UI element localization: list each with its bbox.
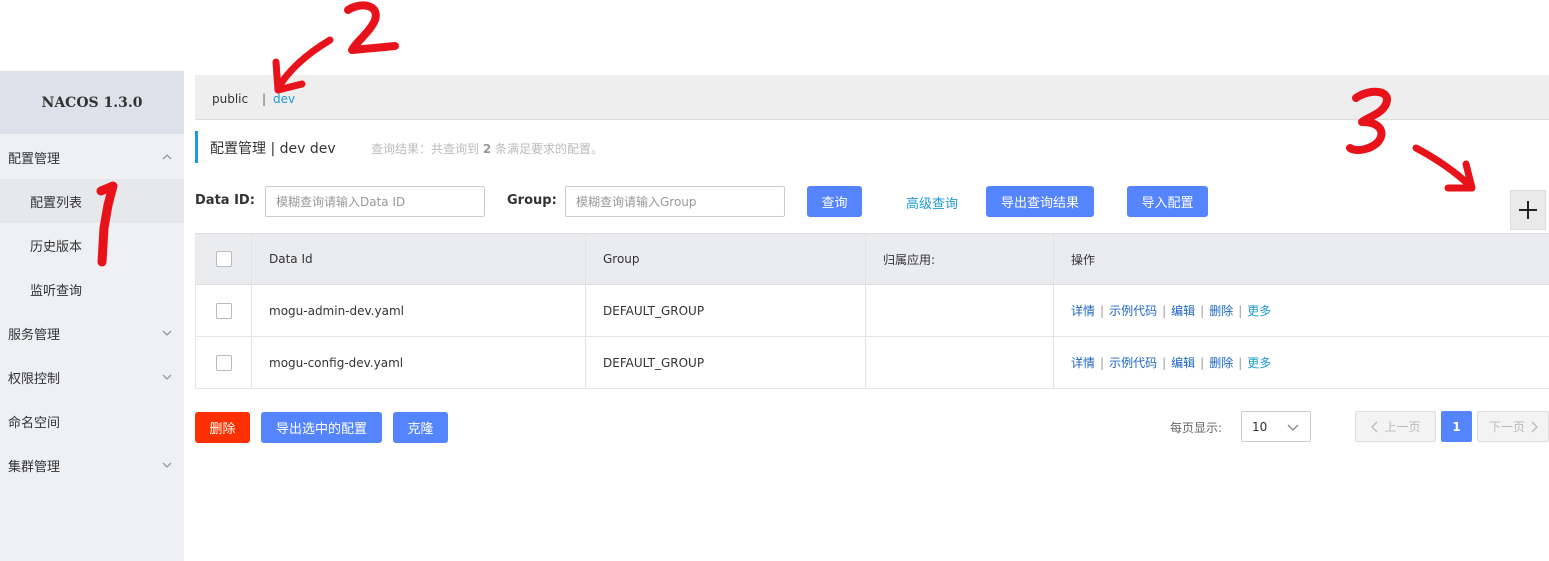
next-page-button[interactable]: 下一页: [1477, 411, 1549, 442]
row-checkbox-cell: [195, 337, 251, 388]
detail-link[interactable]: 详情: [1071, 302, 1095, 319]
page-size-value: 10: [1252, 419, 1268, 434]
dataid-label: Data ID:: [195, 193, 255, 208]
row-checkbox-cell: [195, 285, 251, 336]
cell-data-id: mogu-config-dev.yaml: [251, 337, 585, 388]
result-suffix: 条满足要求的配置。: [495, 142, 604, 156]
sidebar-item-permission-control[interactable]: 权限控制: [0, 355, 184, 399]
dataid-input[interactable]: [265, 186, 485, 217]
sample-code-link[interactable]: 示例代码: [1109, 302, 1157, 319]
header-group: Group: [585, 234, 865, 284]
delete-button[interactable]: 删除: [195, 412, 250, 443]
cell-group: DEFAULT_GROUP: [585, 285, 865, 336]
next-page-label: 下一页: [1489, 420, 1526, 434]
header-app: 归属应用:: [865, 234, 1053, 284]
sidebar-item-label: 历史版本: [30, 239, 83, 255]
export-selected-button[interactable]: 导出选中的配置: [261, 412, 382, 443]
chevron-left-icon: [1371, 421, 1378, 432]
row-checkbox[interactable]: [215, 302, 232, 319]
namespace-dev[interactable]: dev: [273, 92, 295, 106]
chevron-right-icon: [1531, 421, 1538, 432]
cell-data-id: mogu-admin-dev.yaml: [251, 285, 585, 336]
clone-button[interactable]: 克隆: [393, 412, 448, 443]
title-accent: [195, 131, 198, 163]
sidebar-item-label: 权限控制: [8, 371, 61, 387]
sidebar-item-listener-query[interactable]: 监听查询: [0, 267, 184, 311]
result-count: 2: [482, 142, 492, 156]
plus-icon: [1519, 201, 1537, 219]
more-link[interactable]: 更多: [1247, 302, 1271, 319]
namespace-bar: public | dev: [195, 75, 1549, 120]
more-link[interactable]: 更多: [1247, 354, 1271, 371]
page-size-label: 每页显示:: [1170, 421, 1223, 435]
query-result-text: 查询结果：共查询到 2 条满足要求的配置。: [371, 140, 603, 157]
page-size-select[interactable]: 10: [1241, 411, 1311, 442]
add-config-button[interactable]: [1510, 190, 1546, 230]
chevron-down-icon: [162, 374, 172, 380]
header-checkbox-cell: [195, 234, 251, 284]
result-prefix: 查询结果：共查询到: [371, 142, 480, 156]
sidebar-item-label: 配置列表: [30, 195, 83, 211]
sidebar-item-service-management[interactable]: 服务管理: [0, 311, 184, 355]
sample-code-link[interactable]: 示例代码: [1109, 354, 1157, 371]
app-logo: NACOS 1.3.0: [0, 71, 184, 134]
edit-link[interactable]: 编辑: [1171, 302, 1195, 319]
sidebar-item-label: 集群管理: [8, 459, 61, 475]
prev-page-button[interactable]: 上一页: [1355, 411, 1436, 442]
sidebar-item-cluster-management[interactable]: 集群管理: [0, 443, 184, 487]
advanced-query-link[interactable]: 高级查询: [906, 193, 958, 212]
sidebar-item-namespace[interactable]: 命名空间: [0, 399, 184, 443]
sidebar-item-history[interactable]: 历史版本: [0, 223, 184, 267]
namespace-separator: |: [262, 92, 267, 106]
cell-actions: 详情 | 示例代码 | 编辑 | 删除 | 更多: [1053, 337, 1549, 388]
cell-app: [865, 285, 1053, 336]
table-header-row: Data Id Group 归属应用: 操作: [195, 233, 1549, 285]
group-input[interactable]: [565, 186, 785, 217]
page-title: 配置管理 | dev dev: [210, 141, 336, 157]
sidebar-item-label: 命名空间: [8, 415, 61, 431]
table-row: mogu-admin-dev.yaml DEFAULT_GROUP 详情 | 示例…: [195, 285, 1549, 337]
sidebar-item-config-management[interactable]: 配置管理: [0, 135, 184, 179]
header-data-id: Data Id: [251, 234, 585, 284]
chevron-down-icon: [162, 462, 172, 468]
detail-link[interactable]: 详情: [1071, 354, 1095, 371]
export-query-results-button[interactable]: 导出查询结果: [986, 186, 1094, 217]
chevron-down-icon: [1287, 424, 1299, 431]
row-checkbox[interactable]: [215, 354, 232, 371]
group-label: Group:: [507, 193, 557, 208]
sidebar-item-config-list[interactable]: 配置列表: [0, 179, 184, 223]
edit-link[interactable]: 编辑: [1171, 354, 1195, 371]
prev-page-label: 上一页: [1384, 420, 1421, 434]
chevron-down-icon: [162, 330, 172, 336]
cell-app: [865, 337, 1053, 388]
table-row: mogu-config-dev.yaml DEFAULT_GROUP 详情 | 示…: [195, 337, 1549, 389]
namespace-public[interactable]: public: [212, 92, 248, 106]
delete-link[interactable]: 删除: [1209, 354, 1233, 371]
header-actions: 操作: [1053, 234, 1549, 284]
sidebar-item-label: 监听查询: [30, 283, 83, 299]
chevron-up-icon: [162, 154, 172, 160]
delete-link[interactable]: 删除: [1209, 302, 1233, 319]
page-1-button[interactable]: 1: [1441, 411, 1472, 442]
sidebar-item-label: 服务管理: [8, 327, 61, 343]
import-config-button[interactable]: 导入配置: [1127, 186, 1208, 217]
sidebar-item-label: 配置管理: [8, 151, 61, 167]
query-button[interactable]: 查询: [807, 186, 862, 217]
cell-group: DEFAULT_GROUP: [585, 337, 865, 388]
select-all-checkbox[interactable]: [215, 251, 232, 267]
cell-actions: 详情 | 示例代码 | 编辑 | 删除 | 更多: [1053, 285, 1549, 336]
